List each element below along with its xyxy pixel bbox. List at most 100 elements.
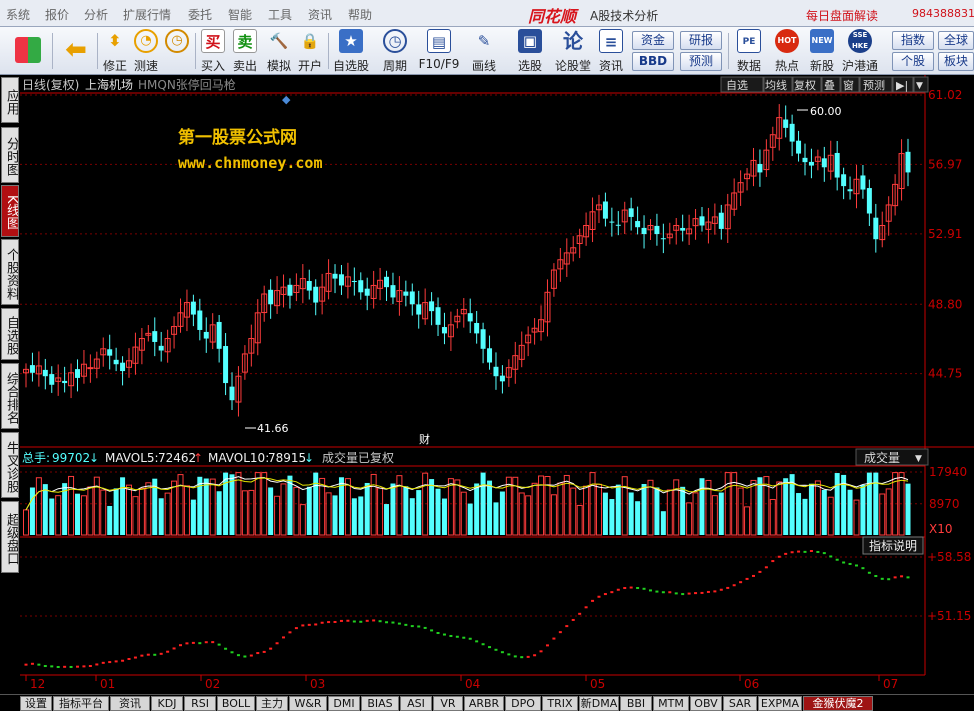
- menu-extended-market[interactable]: 扩展行情: [123, 6, 171, 23]
- indicator-tab-obv[interactable]: OBV: [690, 696, 722, 711]
- price-tick: 48.80: [928, 297, 962, 311]
- indicator-tab-新dma[interactable]: 新DMA: [579, 696, 619, 711]
- candle-body: [480, 329, 486, 349]
- indicator-tab-boll[interactable]: BOLL: [217, 696, 255, 711]
- news-button[interactable]: ≡ 资讯: [596, 29, 626, 73]
- draw-line-button[interactable]: ✎ 画线: [464, 29, 504, 73]
- candle-body: [841, 174, 847, 187]
- hot-button[interactable]: HOT 热点: [770, 29, 804, 73]
- tab-kline[interactable]: K线图: [1, 185, 19, 237]
- index-button[interactable]: 指数: [892, 31, 934, 50]
- overlay-toggle[interactable]: 叠: [824, 79, 835, 92]
- candle-body: [474, 322, 480, 334]
- indicator-dot: [108, 661, 112, 664]
- sell-button[interactable]: 卖 卖出: [231, 29, 259, 73]
- menu-tools[interactable]: 工具: [268, 6, 292, 23]
- adjust-toggle[interactable]: 复权: [794, 78, 816, 92]
- indicator-tab-bias[interactable]: BIAS: [361, 696, 399, 711]
- menu-quote[interactable]: 报价: [45, 6, 69, 23]
- stock-picker-button[interactable]: ▣ 选股: [510, 29, 550, 73]
- candle-body: [641, 227, 647, 235]
- hk-connect-button[interactable]: SSE HKE 沪港通: [840, 29, 880, 73]
- indicator-tab-trix[interactable]: TRIX: [542, 696, 578, 711]
- new-stock-button[interactable]: NEW 新股: [806, 29, 838, 73]
- correct-button[interactable]: ⬍ 修正: [101, 29, 129, 73]
- indicator-dot: [545, 644, 549, 647]
- menu-analysis[interactable]: 分析: [84, 6, 108, 23]
- period-button[interactable]: ◷ 周期: [375, 29, 415, 73]
- indicator-tab-asi[interactable]: ASI: [400, 696, 432, 711]
- bbd-button[interactable]: BBD: [632, 52, 674, 71]
- collapse-panel-icon[interactable]: ▶|: [896, 79, 908, 92]
- watchlist-button[interactable]: ★ 自选股: [331, 29, 371, 73]
- candle-body: [796, 140, 802, 154]
- indicator-tab-dpo[interactable]: DPO: [505, 696, 541, 711]
- new-icon: NEW: [810, 29, 834, 53]
- indicator-tab-mtm[interactable]: MTM: [653, 696, 689, 711]
- indicator-tab-rsi[interactable]: RSI: [184, 696, 216, 711]
- tab-super-book[interactable]: 超级盘口: [1, 501, 19, 573]
- finance-marker[interactable]: 财: [419, 432, 430, 446]
- chevron-down-icon[interactable]: ▼: [916, 81, 923, 91]
- forecast-toggle[interactable]: 预测: [863, 79, 885, 92]
- data-button[interactable]: PE 数据: [734, 29, 764, 73]
- speed-test-button[interactable]: ◔ 测速: [131, 29, 161, 73]
- indicator-tab-主力[interactable]: 主力: [256, 696, 288, 711]
- menu-system[interactable]: 系统: [6, 6, 30, 23]
- tab-intraday[interactable]: 分时图: [1, 127, 19, 183]
- indicator-tab-金猴伏魔2[interactable]: 金猴伏魔2: [803, 696, 873, 711]
- fund-flow-button[interactable]: 资金: [632, 31, 674, 50]
- menu-help[interactable]: 帮助: [348, 6, 372, 23]
- indicator-dot: [861, 567, 865, 570]
- sector-button[interactable]: 板块: [938, 52, 974, 71]
- indicator-tab-设置[interactable]: 设置: [20, 696, 52, 711]
- buy-button[interactable]: 买 买入: [199, 29, 227, 73]
- indicator-tab-资讯[interactable]: 资讯: [110, 696, 150, 711]
- tab-diagnosis[interactable]: 牛叉诊股: [1, 432, 19, 498]
- speed-test-button-2[interactable]: ◷: [162, 29, 192, 73]
- indicator-tab-kdj[interactable]: KDJ: [151, 696, 183, 711]
- candle-body: [499, 375, 505, 382]
- candle-body: [49, 374, 55, 385]
- individual-stock-button[interactable]: 个股: [892, 52, 934, 71]
- forum-button[interactable]: 论 论股堂: [554, 29, 592, 73]
- global-button[interactable]: 全球: [938, 31, 974, 50]
- menu-smart[interactable]: 智能: [228, 6, 252, 23]
- indicator-dot: [681, 593, 685, 596]
- back-button[interactable]: ⬅: [58, 29, 94, 73]
- ma-toggle[interactable]: 均线: [765, 78, 787, 92]
- f10-button[interactable]: ▤ F10/F9: [418, 29, 460, 73]
- indicator-tab-dmi[interactable]: DMI: [328, 696, 360, 711]
- menu-news[interactable]: 资讯: [308, 6, 332, 23]
- watchlist-toggle[interactable]: 自选: [726, 79, 748, 92]
- indicator-tab-bbi[interactable]: BBI: [620, 696, 652, 711]
- simulate-button[interactable]: 🔨 模拟: [263, 29, 295, 73]
- window-toggle[interactable]: 窗: [843, 78, 854, 92]
- indicator-tab-expma[interactable]: EXPMA: [758, 696, 802, 711]
- menu-order[interactable]: 委托: [188, 6, 212, 23]
- indicator-tab-arbr[interactable]: ARBR: [464, 696, 504, 711]
- tab-stock-profile[interactable]: 个股资料: [1, 239, 19, 305]
- stock-name: 上海机场: [85, 77, 133, 92]
- tab-watchlist[interactable]: 自选股: [1, 308, 19, 360]
- open-account-button[interactable]: 🔒 开户: [296, 29, 324, 73]
- layout-button[interactable]: [8, 29, 48, 73]
- indicator-tab-指标平台[interactable]: 指标平台: [53, 696, 109, 711]
- indicator-dot: [43, 665, 47, 668]
- volume-multiplier: X10: [929, 522, 953, 536]
- candle-body: [229, 386, 235, 401]
- chart-area[interactable]: 日线(复权) 上海机场 HMQN张停回马枪 自选 均线 复权 叠 窗 预测 ▶|…: [20, 75, 974, 694]
- indicator-tab-vr[interactable]: VR: [433, 696, 463, 711]
- indicator-dot: [378, 620, 382, 623]
- research-report-button[interactable]: 研报: [680, 31, 722, 50]
- indicator-dot: [481, 643, 485, 646]
- indicator-tab-w&r[interactable]: W&R: [289, 696, 327, 711]
- tab-apps[interactable]: 应用: [1, 77, 19, 123]
- forecast-button[interactable]: 预测: [680, 52, 722, 71]
- indicator-dot: [571, 618, 575, 621]
- tab-ranking[interactable]: 综合排名: [1, 363, 19, 429]
- candle-body: [306, 281, 312, 291]
- promo-link[interactable]: 每日盘面解读: [806, 7, 878, 24]
- indicator-dot: [391, 621, 395, 624]
- indicator-tab-sar[interactable]: SAR: [723, 696, 757, 711]
